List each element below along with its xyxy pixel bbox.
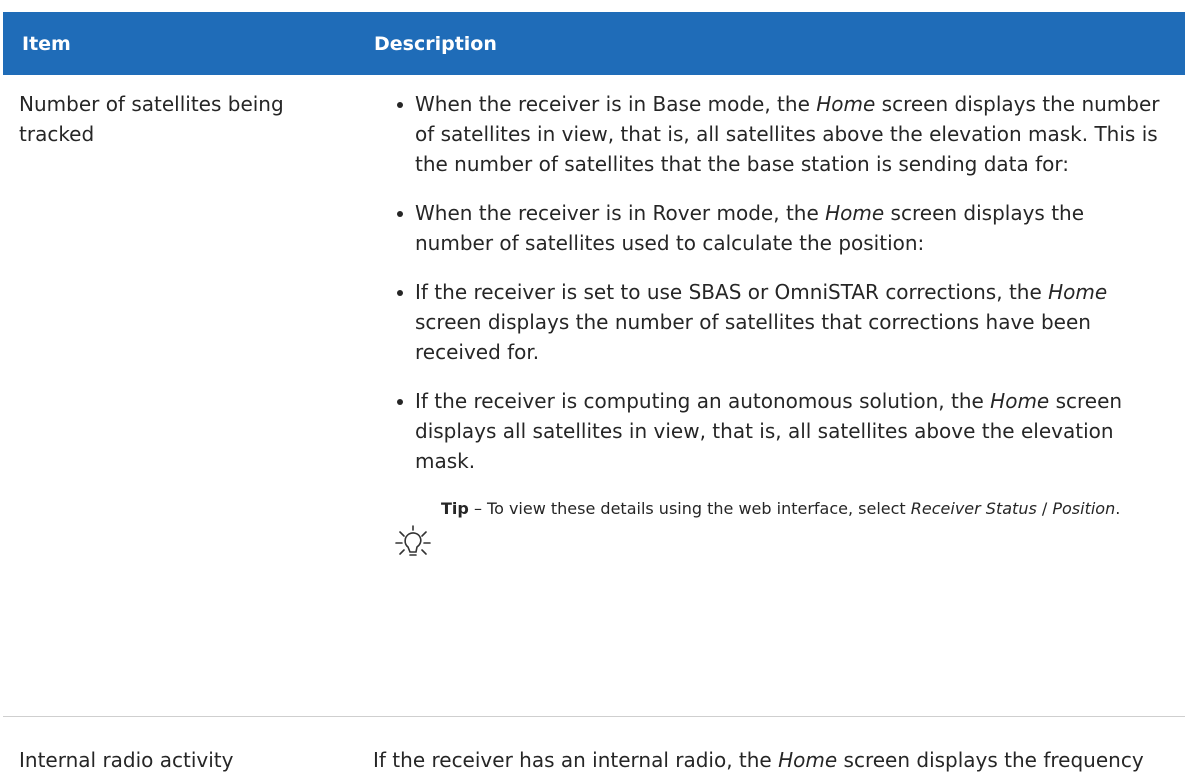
list-item: When the receiver is in Base mode, the H… xyxy=(393,89,1163,179)
list-item: When the receiver is in Rover mode, the … xyxy=(393,198,1163,258)
description-cell: If the receiver has an internal radio, t… xyxy=(373,748,1144,772)
tip-label: Tip xyxy=(441,499,469,518)
item-cell: Number of satellites being tracked xyxy=(19,92,284,146)
header-description: Description xyxy=(374,33,497,55)
info-table: Item Description Number of satellites be… xyxy=(3,12,1185,772)
item-cell: Internal radio activity xyxy=(19,748,234,772)
table-row: Number of satellites being tracked When … xyxy=(3,75,1185,717)
description-cell: When the receiver is in Base mode, the H… xyxy=(393,89,1163,556)
header-item: Item xyxy=(22,33,71,55)
bullet-list: When the receiver is in Base mode, the H… xyxy=(393,89,1163,476)
list-item: If the receiver is computing an autonomo… xyxy=(393,386,1163,476)
table-header: Item Description xyxy=(3,12,1185,75)
lightbulb-icon xyxy=(395,525,431,556)
tip-note: Tip – To view these details using the we… xyxy=(393,495,1161,556)
list-item: If the receiver is set to use SBAS or Om… xyxy=(393,277,1163,367)
document-page: Item Description Number of satellites be… xyxy=(0,0,1185,772)
table-row: Internal radio activity If the receiver … xyxy=(3,717,1185,772)
